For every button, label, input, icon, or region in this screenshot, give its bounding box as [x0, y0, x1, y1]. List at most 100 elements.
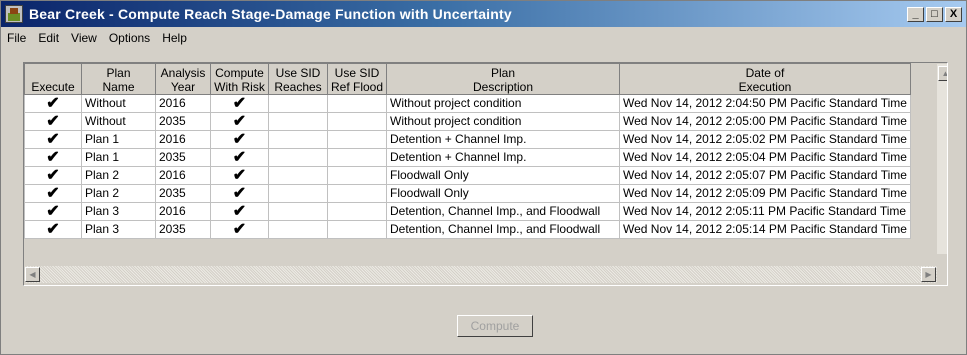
- menu-help[interactable]: Help: [156, 31, 193, 45]
- use-sid-reaches-cell[interactable]: [268, 148, 328, 167]
- app-icon[interactable]: [5, 5, 23, 23]
- use-sid-reaches-cell[interactable]: [268, 166, 328, 185]
- table-row[interactable]: ✔ Plan 3 2016 ✔ Detention, Channel Imp., and…: [24, 202, 911, 221]
- analysis-year-cell: 2016: [155, 166, 211, 185]
- header-line-2: Year: [170, 80, 196, 94]
- execute-checkbox[interactable]: ✔: [24, 112, 82, 131]
- menu-options[interactable]: Options: [103, 31, 156, 45]
- date-of-execution-cell: Wed Nov 14, 2012 2:05:09 PM Pacific Stan…: [619, 184, 911, 203]
- scroll-left-icon[interactable]: ◀: [25, 267, 40, 282]
- menu-file[interactable]: File: [1, 31, 32, 45]
- header-line-2: Reaches: [274, 80, 322, 94]
- execute-checkbox[interactable]: ✔: [24, 202, 82, 221]
- compute-with-risk-checkbox[interactable]: ✔: [210, 94, 269, 113]
- execute-checkbox[interactable]: ✔: [24, 166, 82, 185]
- title-bar[interactable]: Bear Creek - Compute Reach Stage-Damage …: [1, 1, 966, 27]
- scroll-up-icon[interactable]: ▲: [938, 66, 947, 81]
- use-sid-ref-flood-cell[interactable]: [327, 148, 387, 167]
- header-use-sid-ref-flood[interactable]: Use SID Ref Flood: [327, 63, 387, 95]
- table-body: ✔ Without 2016 ✔ Without project condition We…: [24, 94, 911, 239]
- maximize-button[interactable]: □: [926, 6, 943, 22]
- table-row[interactable]: ✔ Without 2016 ✔ Without project condition We…: [24, 94, 911, 113]
- header-date-of-execution[interactable]: Date of Execution: [619, 63, 911, 95]
- header-line-1: Analysis: [160, 66, 206, 80]
- use-sid-reaches-cell[interactable]: [268, 220, 328, 239]
- menu-view[interactable]: View: [65, 31, 103, 45]
- close-button[interactable]: X: [945, 6, 962, 22]
- use-sid-ref-flood-cell[interactable]: [327, 130, 387, 149]
- use-sid-reaches-cell[interactable]: [268, 112, 328, 131]
- use-sid-reaches-cell[interactable]: [268, 130, 328, 149]
- compute-with-risk-checkbox[interactable]: ✔: [210, 130, 269, 149]
- plan-grid: Execute Plan Name Analysis Year Compute With R…: [23, 62, 948, 286]
- table-row[interactable]: ✔ Plan 3 2035 ✔ Detention, Channel Imp., and…: [24, 220, 911, 239]
- menu-edit[interactable]: Edit: [32, 31, 65, 45]
- compute-with-risk-checkbox[interactable]: ✔: [210, 166, 269, 185]
- execute-checkbox[interactable]: ✔: [24, 148, 82, 167]
- analysis-year-cell: 2016: [155, 202, 211, 221]
- use-sid-ref-flood-cell[interactable]: [327, 94, 387, 113]
- plan-description-cell: Floodwall Only: [386, 184, 620, 203]
- analysis-year-cell: 2035: [155, 220, 211, 239]
- table-row[interactable]: ✔ Plan 1 2035 ✔ Detention + Channel Imp. Wed …: [24, 148, 911, 167]
- use-sid-reaches-cell[interactable]: [268, 202, 328, 221]
- date-of-execution-cell: Wed Nov 14, 2012 2:04:50 PM Pacific Stan…: [619, 94, 911, 113]
- horizontal-scrollbar[interactable]: ◀ ▶: [25, 266, 937, 283]
- table-row[interactable]: ✔ Plan 2 2016 ✔ Floodwall Only Wed Nov 14, 20…: [24, 166, 911, 185]
- use-sid-ref-flood-cell[interactable]: [327, 166, 387, 185]
- analysis-year-cell: 2016: [155, 94, 211, 113]
- header-line-1: Compute: [215, 66, 264, 80]
- execute-checkbox[interactable]: ✔: [24, 94, 82, 113]
- execute-checkbox[interactable]: ✔: [24, 184, 82, 203]
- plan-description-cell: Floodwall Only: [386, 166, 620, 185]
- header-line-2: Name: [102, 80, 135, 94]
- use-sid-reaches-cell[interactable]: [268, 94, 328, 113]
- header-line-1: Date of: [745, 66, 785, 80]
- header-plan-description[interactable]: Plan Description: [386, 63, 620, 95]
- plan-name-cell: Plan 3: [81, 220, 156, 239]
- vertical-scrollbar[interactable]: ▲: [937, 64, 947, 254]
- use-sid-ref-flood-cell[interactable]: [327, 184, 387, 203]
- use-sid-ref-flood-cell[interactable]: [327, 202, 387, 221]
- plan-description-cell: Detention + Channel Imp.: [386, 130, 620, 149]
- header-analysis-year[interactable]: Analysis Year: [155, 63, 211, 95]
- use-sid-ref-flood-cell[interactable]: [327, 220, 387, 239]
- date-of-execution-cell: Wed Nov 14, 2012 2:05:02 PM Pacific Stan…: [619, 130, 911, 149]
- use-sid-ref-flood-cell[interactable]: [327, 112, 387, 131]
- header-plan-name[interactable]: Plan Name: [81, 63, 156, 95]
- plan-name-cell: Without: [81, 94, 156, 113]
- date-of-execution-cell: Wed Nov 14, 2012 2:05:07 PM Pacific Stan…: [619, 166, 911, 185]
- plan-name-cell: Plan 1: [81, 130, 156, 149]
- compute-with-risk-checkbox[interactable]: ✔: [210, 184, 269, 203]
- table-row[interactable]: ✔ Plan 2 2035 ✔ Floodwall Only Wed Nov 14, 20…: [24, 184, 911, 203]
- plan-description-cell: Without project condition: [386, 94, 620, 113]
- minimize-button[interactable]: _: [907, 6, 924, 22]
- plan-name-cell: Plan 2: [81, 166, 156, 185]
- header-line-2: Execution: [738, 80, 792, 94]
- compute-with-risk-checkbox[interactable]: ✔: [210, 202, 269, 221]
- date-of-execution-cell: Wed Nov 14, 2012 2:05:00 PM Pacific Stan…: [619, 112, 911, 131]
- scroll-right-icon[interactable]: ▶: [921, 267, 936, 282]
- table-row[interactable]: ✔ Plan 1 2016 ✔ Detention + Channel Imp. Wed …: [24, 130, 911, 149]
- plan-name-cell: Without: [81, 112, 156, 131]
- app-window: Bear Creek - Compute Reach Stage-Damage …: [0, 0, 967, 355]
- execute-checkbox[interactable]: ✔: [24, 220, 82, 239]
- header-line-1: Use SID: [275, 66, 321, 80]
- compute-with-risk-checkbox[interactable]: ✔: [210, 148, 269, 167]
- header-use-sid-reaches[interactable]: Use SID Reaches: [268, 63, 328, 95]
- compute-with-risk-checkbox[interactable]: ✔: [210, 112, 269, 131]
- header-row: Execute Plan Name Analysis Year Compute With R…: [24, 63, 911, 95]
- header-compute-with-risk[interactable]: Compute With Risk: [210, 63, 269, 95]
- plan-description-cell: Detention, Channel Imp., and Floodwall: [386, 202, 620, 221]
- use-sid-reaches-cell[interactable]: [268, 184, 328, 203]
- plan-description-cell: Detention + Channel Imp.: [386, 148, 620, 167]
- plan-name-cell: Plan 2: [81, 184, 156, 203]
- execute-checkbox[interactable]: ✔: [24, 130, 82, 149]
- date-of-execution-cell: Wed Nov 14, 2012 2:05:11 PM Pacific Stan…: [619, 202, 911, 221]
- header-line-2: Ref Flood: [330, 80, 384, 94]
- analysis-year-cell: 2016: [155, 130, 211, 149]
- compute-button[interactable]: Compute: [457, 315, 533, 337]
- compute-with-risk-checkbox[interactable]: ✔: [210, 220, 269, 239]
- table-row[interactable]: ✔ Without 2035 ✔ Without project condition We…: [24, 112, 911, 131]
- header-execute[interactable]: Execute: [24, 63, 82, 95]
